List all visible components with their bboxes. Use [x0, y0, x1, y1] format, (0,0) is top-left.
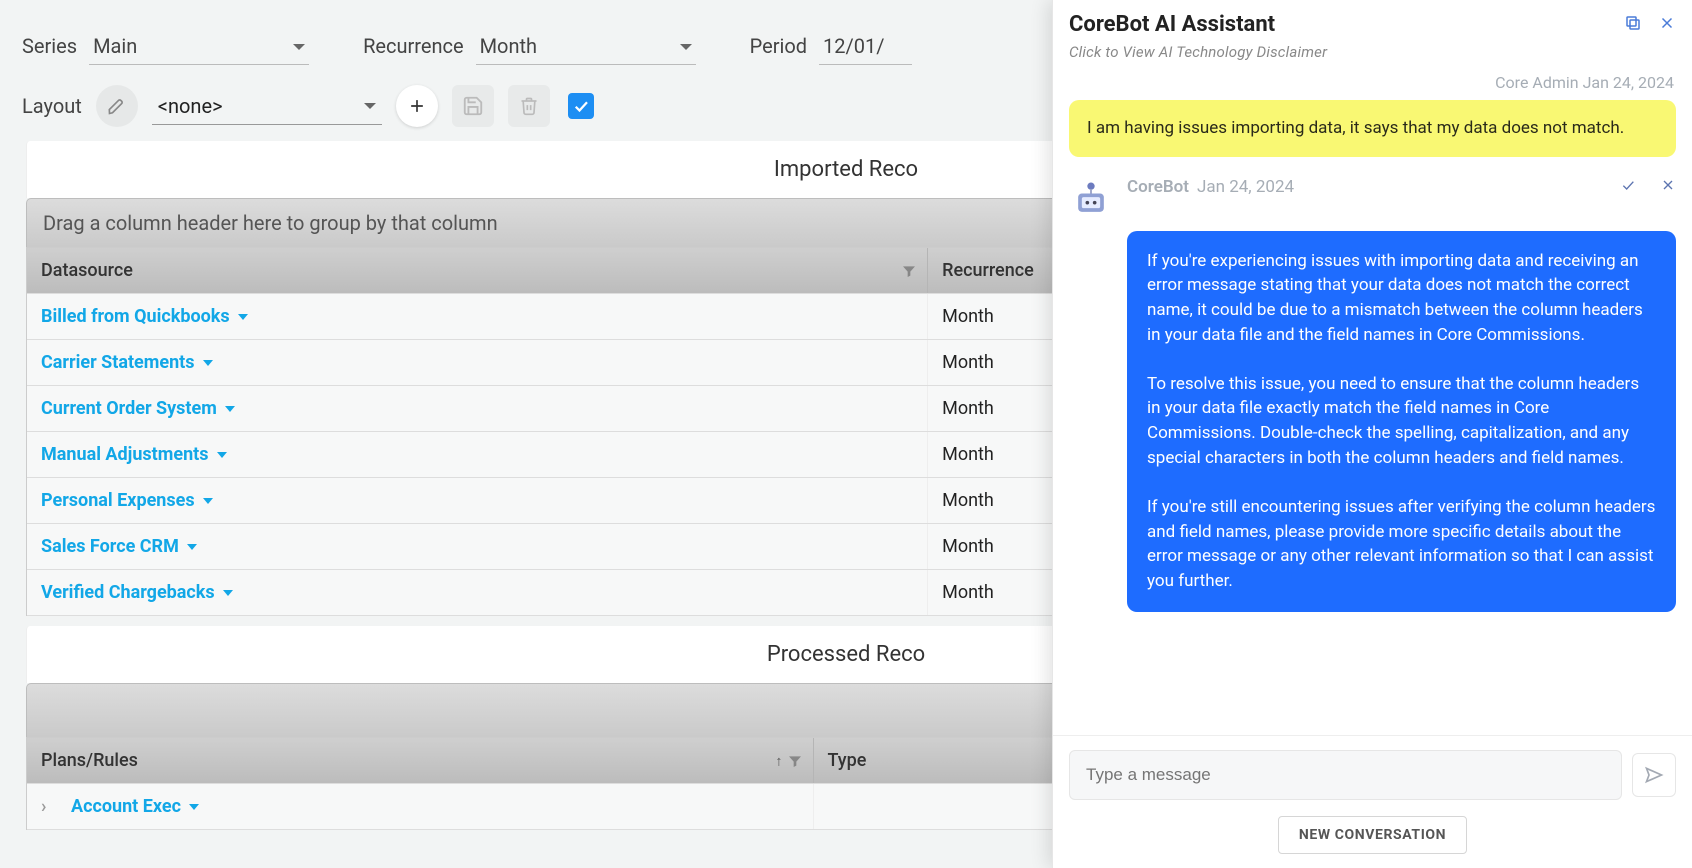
chat-panel: CoreBot AI Assistant Click to View AI Te…	[1052, 0, 1692, 868]
caret-down-icon	[238, 314, 248, 320]
datasource-link[interactable]: Manual Adjustments	[41, 444, 227, 465]
caret-down-icon	[203, 360, 213, 366]
send-button[interactable]	[1632, 753, 1676, 797]
col-datasource-label: Datasource	[41, 260, 133, 281]
period-value: 12/01/	[823, 34, 884, 58]
chat-input[interactable]	[1069, 750, 1622, 800]
layout-label: Layout	[22, 94, 82, 118]
trash-icon	[519, 96, 539, 116]
approve-response-button[interactable]	[1620, 177, 1636, 198]
datasource-link[interactable]: Billed from Quickbooks	[41, 306, 248, 327]
caret-down-icon	[187, 544, 197, 550]
layout-select[interactable]: <none>	[152, 88, 382, 125]
recurrence-select[interactable]: Month	[476, 30, 696, 65]
user-date: Jan 24, 2024	[1583, 73, 1674, 92]
col-type-label: Type	[828, 750, 867, 771]
datasource-link[interactable]: Verified Chargebacks	[41, 582, 233, 603]
series-select[interactable]: Main	[89, 30, 309, 65]
period-label: Period	[750, 34, 807, 58]
bot-message-bubble: If you're experiencing issues with impor…	[1127, 231, 1676, 612]
caret-down-icon	[217, 452, 227, 458]
save-layout-button[interactable]	[452, 85, 494, 127]
bot-name: CoreBot	[1127, 177, 1189, 197]
col-plans-label: Plans/Rules	[41, 750, 138, 771]
dismiss-response-button[interactable]	[1660, 177, 1676, 198]
datasource-link[interactable]: Sales Force CRM	[41, 536, 197, 557]
datasource-link[interactable]: Current Order System	[41, 398, 235, 419]
layout-value: <none>	[158, 94, 223, 118]
disclaimer-link[interactable]: Click to View AI Technology Disclaimer	[1053, 43, 1692, 71]
caret-down-icon	[189, 804, 199, 810]
series-value: Main	[93, 34, 137, 58]
chevron-down-icon	[680, 44, 692, 50]
edit-layout-button[interactable]	[96, 85, 138, 127]
chevron-down-icon	[364, 103, 376, 109]
save-icon	[462, 95, 484, 117]
col-recurrence-label: Recurrence	[942, 260, 1034, 281]
user-name: Core Admin	[1495, 73, 1578, 92]
recurrence-value: Month	[480, 34, 537, 58]
user-message-meta: Core Admin Jan 24, 2024	[1053, 71, 1692, 100]
expand-row-button[interactable]: ›	[41, 796, 61, 817]
send-icon	[1644, 765, 1664, 785]
new-conversation-button[interactable]: NEW CONVERSATION	[1278, 816, 1467, 854]
bot-date: Jan 24, 2024	[1197, 177, 1294, 197]
filter-icon[interactable]	[901, 263, 917, 279]
delete-layout-button[interactable]	[508, 85, 550, 127]
col-plans[interactable]: Plans/Rules ↑	[27, 738, 813, 784]
check-icon	[572, 97, 590, 115]
caret-down-icon	[225, 406, 235, 412]
layout-applied-toggle[interactable]	[568, 93, 594, 119]
plan-link[interactable]: Account Exec	[71, 796, 199, 817]
caret-down-icon	[223, 590, 233, 596]
add-layout-button[interactable]	[396, 85, 438, 127]
chevron-down-icon	[293, 44, 305, 50]
plus-icon	[407, 96, 427, 116]
bot-avatar-icon	[1069, 177, 1113, 221]
user-message-bubble: I am having issues importing data, it sa…	[1069, 100, 1676, 157]
close-button[interactable]	[1658, 14, 1676, 36]
popout-icon[interactable]	[1624, 14, 1642, 36]
period-field[interactable]: 12/01/	[819, 30, 912, 65]
chat-title: CoreBot AI Assistant	[1069, 12, 1275, 37]
sort-asc-icon[interactable]: ↑	[776, 752, 783, 769]
pencil-icon	[107, 96, 127, 116]
caret-down-icon	[203, 498, 213, 504]
filter-icon[interactable]	[787, 753, 803, 769]
datasource-link[interactable]: Carrier Statements	[41, 352, 213, 373]
col-datasource[interactable]: Datasource	[27, 248, 928, 294]
datasource-link[interactable]: Personal Expenses	[41, 490, 213, 511]
series-label: Series	[22, 34, 77, 58]
recurrence-label: Recurrence	[363, 34, 464, 58]
